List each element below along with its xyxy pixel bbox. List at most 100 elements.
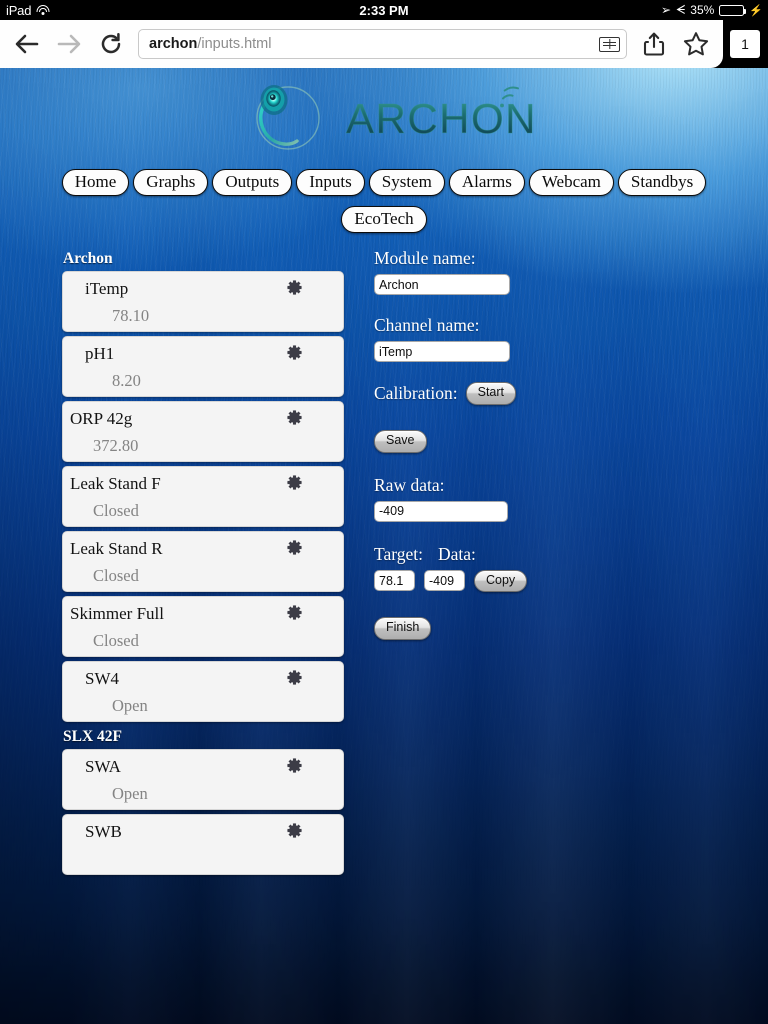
- archon-wordmark: ARCHON: [346, 95, 534, 142]
- channel-settings-gear-button[interactable]: [285, 278, 304, 297]
- nav-inputs[interactable]: Inputs: [296, 169, 365, 197]
- raw-data-label: Raw data:: [374, 474, 445, 495]
- channel-name-label: Channel name:: [374, 315, 480, 335]
- nav-row-secondary: EcoTech: [0, 206, 768, 239]
- gear-icon: [287, 758, 302, 773]
- share-button[interactable]: [633, 22, 675, 66]
- channel-item-value: Open: [112, 784, 148, 803]
- location-arrow-icon: ➢: [660, 2, 672, 18]
- ios-status-bar: iPad 2:33 PM ➢ ᗕ 35% ⚡: [0, 0, 768, 20]
- gear-icon: [287, 345, 302, 360]
- nav-standbys[interactable]: Standbys: [617, 169, 707, 197]
- forward-arrow-icon: [57, 34, 81, 54]
- gear-icon: [287, 605, 302, 620]
- channel-list-item[interactable]: iTemp 78.10: [62, 271, 344, 332]
- gear-icon: [287, 823, 302, 838]
- safari-toolbar: archon/inputs.html 1: [0, 20, 768, 68]
- channel-list-item[interactable]: SW4 Open: [62, 661, 344, 722]
- calibration-row: Calibration: Start: [374, 382, 744, 405]
- channel-settings-gear-button[interactable]: [285, 668, 304, 687]
- channel-item-title: SWA: [85, 757, 121, 776]
- gear-icon: [287, 280, 302, 295]
- forward-button[interactable]: [48, 22, 90, 66]
- channel-list-item[interactable]: ORP 42g 372.80: [62, 401, 344, 462]
- toolbar-controls: archon/inputs.html: [0, 20, 723, 68]
- channel-settings-gear-button[interactable]: [285, 603, 304, 622]
- target-label: Target:: [374, 543, 423, 564]
- nav-webcam[interactable]: Webcam: [528, 169, 614, 197]
- channel-item-value: 78.10: [112, 306, 150, 325]
- channel-item-title: Leak Stand F: [70, 474, 161, 493]
- start-calibration-button[interactable]: Start: [465, 382, 517, 405]
- channel-settings-gear-button[interactable]: [285, 343, 304, 362]
- back-button[interactable]: [6, 22, 48, 66]
- gear-icon: [287, 410, 302, 425]
- channel-item-value: 8.20: [112, 371, 141, 390]
- module-name-input[interactable]: [374, 274, 510, 295]
- channel-item-title: pH1: [85, 344, 115, 363]
- channel-list-item[interactable]: SWA Open: [62, 749, 344, 810]
- channel-list-item[interactable]: Leak Stand R Closed: [62, 531, 344, 592]
- channel-settings-gear-button[interactable]: [285, 538, 304, 557]
- channel-list-item[interactable]: SWB: [62, 814, 344, 875]
- data-input[interactable]: [424, 570, 465, 592]
- data-label: Data:: [438, 543, 476, 564]
- share-icon: [643, 32, 665, 56]
- channel-list-item[interactable]: pH1 8.20: [62, 336, 344, 397]
- archon-logo: ARCHON: [0, 78, 768, 156]
- lightning-bolt-icon: ⚡: [749, 4, 763, 17]
- site-navigation: Home Graphs Outputs Inputs System Alarms Webca…: [0, 169, 768, 239]
- reader-view-icon[interactable]: [599, 36, 620, 52]
- target-input[interactable]: [374, 570, 415, 592]
- copy-button[interactable]: Copy: [474, 569, 528, 593]
- nav-home[interactable]: Home: [61, 169, 130, 197]
- channel-settings-gear-button[interactable]: [285, 821, 304, 840]
- status-bar-clock: 2:33 PM: [359, 2, 409, 18]
- raw-data-input[interactable]: [374, 500, 508, 522]
- channel-settings-gear-button[interactable]: [285, 473, 304, 492]
- channel-group-header: SLX 42F: [63, 728, 122, 745]
- channel-item-value: Closed: [93, 631, 139, 650]
- tab-count-badge[interactable]: 1: [730, 30, 760, 58]
- finish-button[interactable]: Finish: [374, 617, 432, 640]
- channel-item-title: iTemp: [85, 279, 129, 298]
- channel-list-item[interactable]: Skimmer Full Closed: [62, 596, 344, 657]
- battery-percent-label: 35%: [690, 3, 715, 17]
- nav-graphs[interactable]: Graphs: [133, 169, 209, 197]
- channel-item-value: Closed: [93, 501, 139, 520]
- target-data-labels: Target: Data:: [374, 544, 744, 570]
- reload-icon: [101, 32, 121, 54]
- channel-settings-gear-button[interactable]: [285, 756, 304, 775]
- channel-item-title: Skimmer Full: [70, 604, 164, 623]
- status-bar-right: ➢ ᗕ 35% ⚡: [661, 2, 763, 18]
- save-button[interactable]: Save: [374, 429, 427, 453]
- channel-settings-gear-button[interactable]: [285, 408, 304, 427]
- channel-name-input[interactable]: [374, 341, 510, 362]
- gear-icon: [287, 540, 302, 555]
- nav-ecotech[interactable]: EcoTech: [341, 206, 427, 234]
- channel-list-panel: Archon iTemp 78.10 pH1 8.20 ORP 42g 372.80 Leak…: [62, 248, 344, 879]
- gear-icon: [287, 670, 302, 685]
- channel-item-value: Open: [112, 696, 148, 715]
- calibration-label: Calibration:: [374, 382, 458, 403]
- nav-alarms[interactable]: Alarms: [448, 169, 525, 197]
- bookmark-star-icon: [683, 32, 709, 56]
- reload-button[interactable]: [90, 22, 132, 66]
- address-bar[interactable]: archon/inputs.html: [138, 29, 627, 59]
- target-data-fields: Copy: [374, 569, 744, 593]
- bookmark-button[interactable]: [675, 22, 717, 66]
- channel-item-value: 372.80: [93, 436, 139, 455]
- nav-system[interactable]: System: [368, 169, 445, 197]
- nav-row-primary: Home Graphs Outputs Inputs System Alarms Webca…: [0, 169, 768, 202]
- channel-item-title: ORP 42g: [70, 409, 133, 428]
- url-domain: archon: [149, 36, 198, 52]
- url-text: archon/inputs.html: [149, 36, 272, 52]
- nav-outputs[interactable]: Outputs: [212, 169, 293, 197]
- channel-item-title: SW4: [85, 669, 119, 688]
- channel-group-header: Archon: [63, 250, 113, 267]
- battery-icon: [719, 4, 747, 16]
- bluetooth-icon: ᗕ: [675, 2, 686, 17]
- web-page-content: ARCHON Home Graphs Outputs Inputs System Alar…: [0, 68, 768, 1024]
- channel-list-item[interactable]: Leak Stand F Closed: [62, 466, 344, 527]
- module-name-label: Module name:: [374, 248, 476, 268]
